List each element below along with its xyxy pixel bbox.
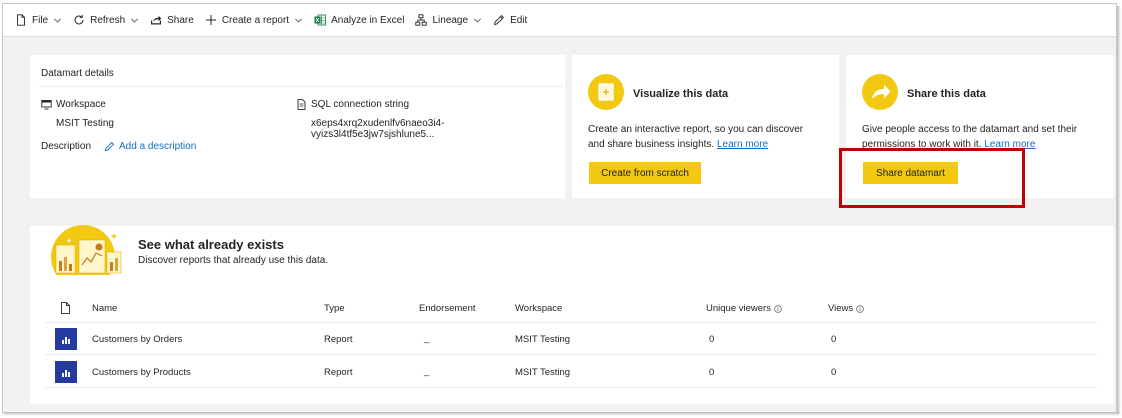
column-header-name[interactable]: Name (92, 303, 117, 314)
report-type: Report (324, 367, 353, 378)
details-title: Datamart details (41, 68, 114, 79)
visualize-desc-text: Create an interactive report, so you can… (588, 124, 804, 150)
workspace-label-text: Workspace (56, 99, 106, 110)
refresh-label: Refresh (90, 14, 126, 26)
sql-label-text: SQL connection string (311, 99, 410, 110)
existing-reports-card: See what already exists Discover reports… (30, 225, 1114, 404)
info-icon[interactable] (856, 304, 864, 313)
lineage-icon (415, 14, 428, 26)
frame-shadow (4, 412, 1119, 416)
report-type: Report (324, 334, 353, 345)
edit-label: Edit (510, 14, 528, 26)
column-header-workspace[interactable]: Workspace (515, 303, 562, 314)
column-header-endorsement[interactable]: Endorsement (419, 303, 476, 314)
add-description-link[interactable]: Add a description (104, 141, 196, 152)
refresh-menu[interactable]: Refresh (69, 9, 143, 31)
create-report-menu[interactable]: Create a report (201, 9, 307, 31)
workspace-value: MSIT Testing (56, 118, 114, 129)
file-label: File (32, 14, 49, 26)
plus-icon (205, 14, 217, 26)
chevron-down-icon (294, 16, 303, 25)
divider (39, 86, 563, 87)
pencil-icon (104, 141, 115, 152)
datamart-details-card: Datamart details Workspace MSIT Testing … (30, 55, 565, 198)
chevron-down-icon (53, 16, 62, 25)
workspace-label: Workspace (41, 99, 106, 110)
share-label: Share (167, 14, 194, 26)
document-icon (15, 14, 27, 26)
report-views: 0 (831, 334, 837, 345)
highlight-annotation-box (839, 148, 1025, 208)
report-endorsement: _ (424, 366, 430, 377)
refresh-icon (73, 14, 85, 26)
create-from-scratch-button[interactable]: Create from scratch (589, 162, 701, 184)
report-unique-viewers: 0 (709, 367, 715, 378)
lineage-label: Lineage (432, 14, 469, 26)
visualize-title: Visualize this data (633, 88, 729, 100)
report-workspace: MSIT Testing (515, 334, 571, 345)
visualize-learn-more-link[interactable]: Learn more (717, 139, 768, 150)
chevron-down-icon (473, 16, 482, 25)
share-title: Share this data (907, 88, 986, 100)
share-icon (150, 14, 162, 26)
info-icon[interactable] (774, 304, 782, 313)
row-divider (45, 387, 1097, 388)
report-endorsement: _ (424, 333, 430, 344)
excel-icon (314, 14, 326, 26)
header-divider (45, 322, 1097, 323)
visualize-description: Create an interactive report, so you can… (588, 122, 816, 152)
frame-shadow-right (1117, 6, 1121, 414)
share-arrow-icon (862, 74, 898, 110)
lineage-menu[interactable]: Lineage (411, 9, 486, 31)
chevron-down-icon (130, 16, 139, 25)
unique-viewers-label: Unique viewers (706, 303, 771, 314)
toolbar: File Refresh Share Create a report Analy… (3, 4, 1116, 37)
file-menu[interactable]: File (11, 9, 66, 31)
item-type-icon (60, 302, 71, 314)
analyze-label: Analyze in Excel (331, 14, 405, 26)
column-header-unique-viewers[interactable]: Unique viewers (706, 303, 782, 314)
report-name-link[interactable]: Customers by Orders (92, 334, 182, 345)
analyze-in-excel-button[interactable]: Analyze in Excel (310, 9, 408, 31)
share-desc-text: Give people access to the datamart and s… (862, 124, 1078, 150)
report-workspace: MSIT Testing (515, 367, 571, 378)
report-unique-viewers: 0 (709, 334, 715, 345)
report-icon (55, 328, 77, 350)
workspace-icon (41, 99, 52, 110)
visualize-card: Visualize this data Create an interactiv… (572, 55, 839, 198)
report-views: 0 (831, 367, 837, 378)
create-report-label: Create a report (221, 14, 290, 26)
report-icon (55, 361, 77, 383)
sql-document-icon (296, 99, 307, 110)
column-header-views[interactable]: Views (828, 303, 864, 314)
sql-connection-label: SQL connection string (296, 99, 409, 110)
description-label: Description (41, 141, 92, 152)
sql-connection-value[interactable]: x6eps4xrq2xudenlfv6naeo3i4-vyizs3l4tf5e3… (311, 118, 565, 140)
column-header-type[interactable]: Type (324, 303, 345, 314)
share-button[interactable]: Share (146, 9, 198, 31)
views-label: Views (828, 303, 854, 314)
reports-illustration-icon (39, 217, 131, 285)
visualize-icon (588, 74, 624, 110)
add-description-text: Add a description (119, 141, 197, 152)
edit-button[interactable]: Edit (489, 9, 531, 31)
pencil-icon (493, 14, 505, 26)
datamart-page: File Refresh Share Create a report Analy… (2, 3, 1117, 413)
exists-subtitle: Discover reports that already use this d… (138, 255, 329, 266)
report-name-link[interactable]: Customers by Products (92, 367, 191, 378)
row-divider (45, 354, 1097, 355)
exists-title: See what already exists (138, 237, 284, 252)
